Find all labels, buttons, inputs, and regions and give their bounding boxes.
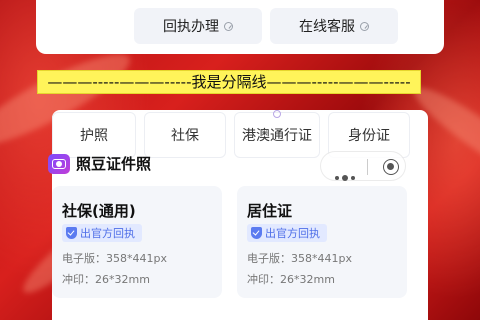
camera-logo-icon [48,153,70,174]
next-card-edge [52,312,222,320]
check-circle-icon [224,21,233,31]
receipt-service-button[interactable]: 回执办理 [134,8,262,44]
digital-size: 电子版：358*441px [62,252,167,265]
print-size: 冲印：26*32mm [62,273,150,286]
more-menu-icon[interactable] [335,165,358,184]
receipt-service-label: 回执办理 [163,19,219,35]
close-target-icon[interactable] [383,159,399,175]
services-panel: 回执办理 在线客服 [36,0,444,54]
id-type-passport[interactable]: 护照 [52,112,136,158]
next-card-edge [237,312,407,320]
id-type-social-security[interactable]: 社保 [144,112,226,158]
id-type-label: 港澳通行证 [242,128,312,144]
id-type-label: 社保 [171,128,199,144]
check-circle-icon [360,21,369,31]
online-support-button[interactable]: 在线客服 [270,8,398,44]
brand-name: 照豆证件照 [76,155,152,173]
photo-spec-card[interactable]: 居住证 出官方回执 电子版：358*441px 冲印：26*32mm [237,186,407,298]
digital-size: 电子版：358*441px [247,252,352,265]
official-receipt-badge: 出官方回执 [247,224,327,242]
shield-check-icon [251,227,262,239]
miniprogram-capsule [320,151,406,181]
shield-check-icon [66,227,77,239]
badge-label: 出官方回执 [80,227,135,240]
id-type-hk-macau-pass[interactable]: 港澳通行证 [234,110,320,158]
badge-label: 出官方回执 [265,227,320,240]
photo-spec-card[interactable]: 社保(通用) 出官方回执 电子版：358*441px 冲印：26*32mm [52,186,222,298]
divider-banner: ———-----———-----我是分隔线———-----———----- [37,70,421,94]
card-title: 社保(通用) [62,202,136,220]
online-support-label: 在线客服 [299,19,355,35]
print-size: 冲印：26*32mm [247,273,335,286]
id-type-label: 护照 [80,128,108,144]
card-title: 居住证 [247,202,293,220]
badge-dot-icon [273,110,281,118]
brand-header: 照豆证件照 [48,153,151,174]
capsule-separator [367,159,368,175]
id-type-label: 身份证 [348,128,390,144]
official-receipt-badge: 出官方回执 [62,224,142,242]
